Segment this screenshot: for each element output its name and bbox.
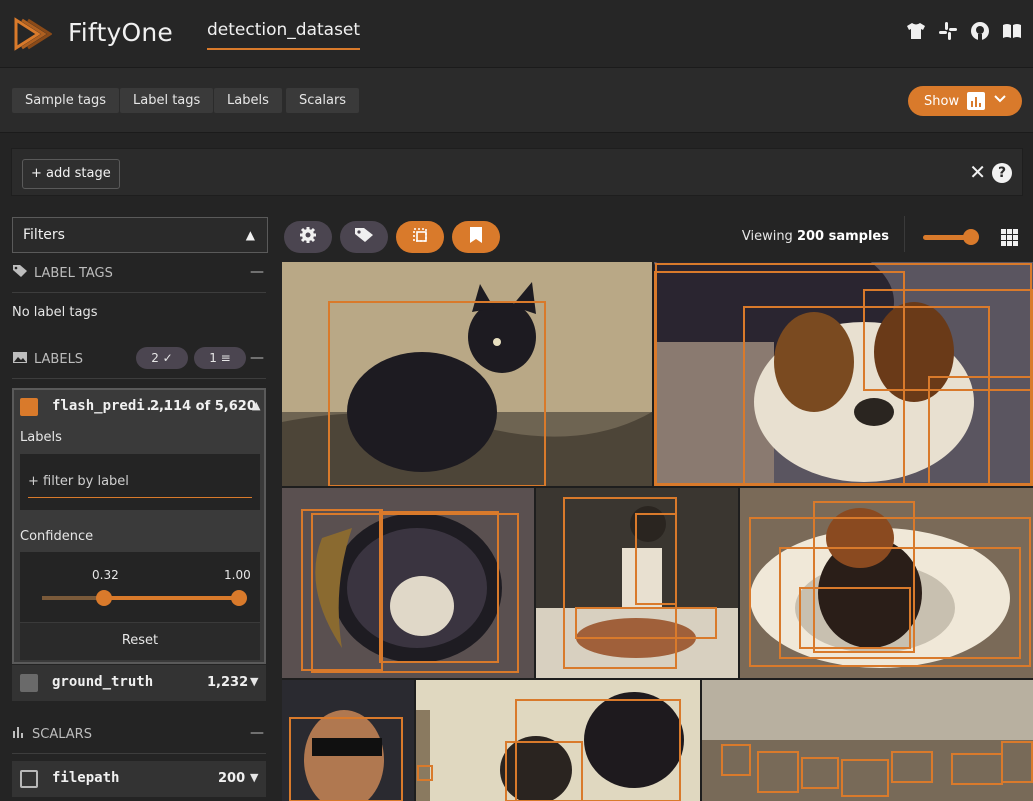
brand-name[interactable]: FiftyOne (68, 18, 173, 47)
patches-button[interactable] (396, 221, 444, 253)
confidence-max-value: 1.00 (224, 568, 251, 582)
tab-labels[interactable]: Labels (214, 88, 282, 113)
github-icon[interactable] (969, 20, 991, 42)
filepath-checkbox[interactable] (20, 770, 38, 788)
tab-label-tags[interactable]: Label tags (120, 88, 214, 113)
confidence-title: Confidence (20, 529, 94, 544)
filters-sidebar: Filters ▲ LABEL TAGS — No label tags LAB… (0, 206, 280, 801)
confidence-slider-box: 0.32 1.00 Reset (20, 552, 260, 660)
tab-sample-tags[interactable]: Sample tags (12, 88, 119, 113)
labels-filter-count-pill[interactable]: 1 ≡ (194, 347, 246, 369)
labels-title: LABELS (34, 351, 84, 367)
collapse-labels-icon[interactable]: — (250, 350, 264, 366)
sample-tile[interactable] (282, 488, 534, 678)
ground-truth-checkbox[interactable] (20, 674, 38, 692)
tshirt-icon[interactable] (905, 20, 927, 42)
divider (12, 753, 266, 754)
divider (12, 378, 266, 379)
show-histograms-button[interactable]: Show (908, 86, 1022, 116)
app-root: FiftyOne detection_dataset Sample tags L… (0, 0, 1033, 801)
gear-icon (299, 226, 317, 248)
view-bar: + add stage ✕ ? (0, 134, 1033, 206)
flash-predictions-checkbox[interactable] (20, 398, 38, 416)
crop-icon (411, 226, 429, 248)
bar-chart-icon (12, 725, 26, 743)
confidence-slider-range (104, 596, 239, 600)
sample-grid (282, 262, 1033, 801)
close-icon[interactable]: ✕ (969, 162, 986, 182)
label-filter-placeholder: + filter by label (28, 474, 129, 489)
tab-scalars[interactable]: Scalars (286, 88, 360, 113)
scalars-title: SCALARS (32, 726, 92, 742)
field-row-ground-truth[interactable]: ground_truth 1,232 ▼ (12, 665, 266, 701)
sample-tile[interactable] (282, 680, 414, 801)
bookmark-icon (469, 226, 483, 248)
show-button-label: Show (924, 93, 960, 109)
chevron-up-icon: ▲ (245, 228, 255, 242)
confidence-max-handle[interactable] (231, 590, 247, 606)
collapse-label-tags-icon[interactable]: — (250, 264, 264, 280)
sample-count-text: Viewing 200 samples (742, 229, 889, 244)
chevron-down-icon[interactable]: ▼ (250, 771, 258, 784)
grid-zoom-handle[interactable] (963, 229, 979, 245)
reset-button[interactable]: Reset (20, 622, 260, 660)
sample-tile[interactable] (282, 262, 652, 486)
field-card-flash-predictions: flash_predi... 2,114 of 5,620 ▲ Labels +… (12, 388, 266, 664)
ground-truth-count: 1,232 (207, 675, 249, 690)
tag-icon (354, 227, 374, 247)
grid-toolbar: Viewing 200 samples (282, 206, 1033, 262)
labels-filter-title: Labels (20, 430, 62, 445)
label-tags-section-title[interactable]: LABEL TAGS (12, 264, 113, 282)
grid-layout-icon[interactable] (1001, 229, 1018, 246)
sidebar-group-tabs: Sample tags Label tags Labels Scalars Sh… (0, 68, 1033, 133)
label-tags-title: LABEL TAGS (34, 265, 113, 281)
help-icon[interactable]: ? (992, 163, 1012, 183)
no-label-tags-text: No label tags (12, 305, 98, 320)
labels-checked-count-pill[interactable]: 2 ✓ (136, 347, 188, 369)
chevron-down-icon (993, 92, 1007, 110)
filters-title: Filters (23, 227, 65, 243)
field-row-filepath[interactable]: filepath 200 ▼ (12, 761, 266, 797)
labels-section-title[interactable]: LABELS (12, 350, 83, 368)
confidence-min-handle[interactable] (96, 590, 112, 606)
view-stage-container: + add stage ✕ ? (11, 148, 1023, 196)
filepath-count: 200 (218, 771, 246, 786)
tag-icon (12, 264, 28, 282)
sample-tile[interactable] (416, 680, 700, 801)
settings-button[interactable] (284, 221, 332, 253)
divider (12, 292, 266, 293)
fiftyone-logo-icon[interactable] (12, 14, 53, 54)
dataset-selector[interactable]: detection_dataset (207, 20, 361, 50)
tag-button[interactable] (340, 221, 388, 253)
bar-chart-icon (967, 92, 986, 110)
image-icon (12, 350, 28, 368)
sample-tile[interactable] (740, 488, 1033, 678)
bookmark-button[interactable] (452, 221, 500, 253)
flash-predictions-count: 2,114 of 5,620 (150, 399, 256, 414)
viewing-prefix: Viewing (741, 229, 797, 244)
chevron-up-icon[interactable]: ▲ (252, 399, 260, 412)
divider (904, 216, 905, 252)
scalars-section-title[interactable]: SCALARS (12, 725, 92, 743)
collapse-scalars-icon[interactable]: — (250, 725, 264, 741)
sample-tile[interactable] (654, 262, 1033, 486)
filepath-field-name: filepath (52, 770, 120, 786)
chevron-down-icon[interactable]: ▼ (250, 675, 258, 688)
label-filter-input[interactable]: + filter by label (20, 454, 260, 510)
book-icon[interactable] (1001, 20, 1023, 42)
filters-dropdown[interactable]: Filters ▲ (12, 217, 268, 253)
add-stage-button[interactable]: + add stage (22, 159, 120, 189)
sample-tile[interactable] (536, 488, 738, 678)
slack-icon[interactable] (937, 20, 959, 42)
ground-truth-field-name: ground_truth (52, 674, 154, 690)
confidence-min-value: 0.32 (92, 568, 119, 582)
sample-tile[interactable] (702, 680, 1033, 801)
viewing-count: 200 samples (796, 229, 889, 244)
top-header: FiftyOne detection_dataset (0, 0, 1033, 68)
